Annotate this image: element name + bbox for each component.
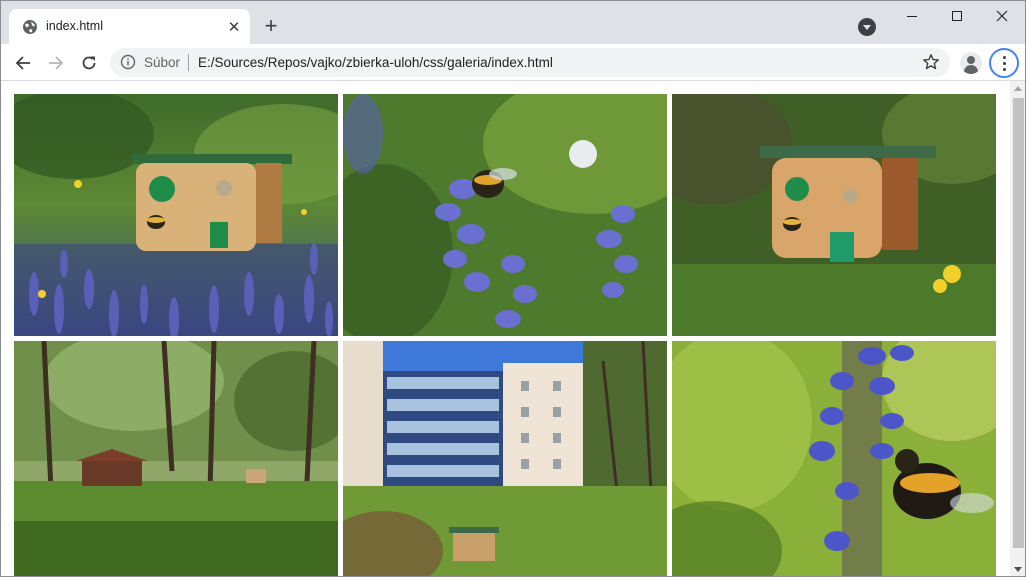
scheme-separator (188, 54, 189, 71)
photo-icon (343, 94, 667, 336)
tab-search-icon[interactable] (858, 18, 876, 36)
close-window-button[interactable] (979, 5, 1025, 27)
new-tab-button[interactable]: + (259, 15, 283, 39)
browser-window: index.html ✕ + Súbor E:/Sources/Repos/va… (0, 0, 1026, 577)
photo-icon (672, 94, 996, 336)
minimize-button[interactable] (889, 5, 935, 27)
scroll-up-arrow-icon[interactable] (1014, 86, 1022, 91)
tab-strip: index.html ✕ + (1, 1, 1025, 44)
gallery-photo[interactable] (343, 94, 667, 336)
profile-avatar-icon[interactable] (960, 52, 982, 74)
scroll-down-arrow-icon[interactable] (1014, 567, 1022, 572)
arrow-right-icon (49, 56, 64, 70)
back-button[interactable] (9, 49, 37, 77)
bookmark-star-icon[interactable] (922, 53, 940, 71)
info-icon[interactable] (120, 54, 136, 70)
gallery-photo[interactable] (672, 341, 996, 576)
reload-button[interactable] (75, 49, 103, 77)
address-bar[interactable]: Súbor E:/Sources/Repos/vajko/zbierka-ulo… (110, 48, 950, 77)
page-content (1, 81, 1010, 576)
active-tab[interactable]: index.html ✕ (9, 9, 250, 44)
url-text[interactable]: E:/Sources/Repos/vajko/zbierka-uloh/css/… (198, 55, 553, 70)
scrollbar-thumb[interactable] (1013, 98, 1024, 548)
toolbar: Súbor E:/Sources/Repos/vajko/zbierka-ulo… (1, 44, 1025, 81)
photo-icon (14, 341, 338, 576)
gallery-photo[interactable] (343, 341, 667, 576)
forward-button[interactable] (42, 49, 70, 77)
photo-icon (343, 341, 667, 576)
maximize-button[interactable] (934, 5, 980, 27)
scheme-label: Súbor (144, 55, 181, 70)
gallery-photo[interactable] (14, 341, 338, 576)
vertical-scrollbar[interactable] (1010, 81, 1025, 576)
close-tab-icon[interactable]: ✕ (225, 18, 243, 36)
reload-icon (82, 56, 96, 70)
arrow-left-icon (15, 56, 30, 70)
menu-kebab-icon[interactable] (989, 48, 1019, 78)
photo-icon (14, 94, 338, 336)
photo-icon (672, 341, 996, 576)
tab-title: index.html (46, 19, 103, 33)
globe-icon (23, 20, 37, 34)
gallery-photo[interactable] (14, 94, 338, 336)
gallery-photo[interactable] (672, 94, 996, 336)
